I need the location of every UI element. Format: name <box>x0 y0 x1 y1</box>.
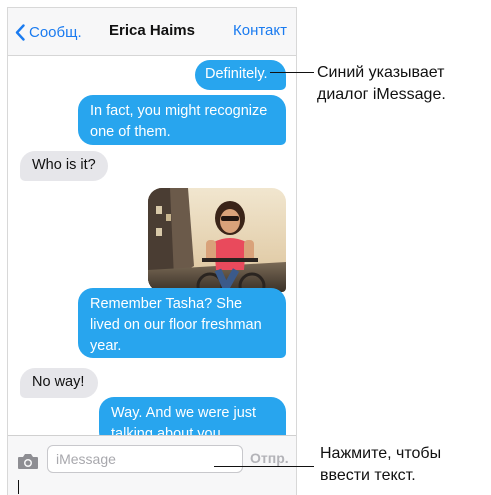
contact-button[interactable]: Контакт <box>233 22 287 39</box>
message-bubble-outgoing[interactable]: Definitely. <box>195 60 286 90</box>
messages-screen: Сообщ. Erica Haims Контакт Definitely. I… <box>7 7 297 495</box>
message-input-bar: Отпр. <box>8 435 296 495</box>
message-input[interactable] <box>47 445 243 473</box>
camera-icon[interactable] <box>17 453 39 470</box>
callout-leader-line <box>214 466 314 467</box>
message-bubble-outgoing[interactable]: In fact, you might recognize one of them… <box>78 95 286 145</box>
navigation-bar: Сообщ. Erica Haims Контакт <box>8 8 296 56</box>
callout-leader-line <box>270 72 314 73</box>
callout-blue-imessage: Синий указывает диалог iMessage. <box>317 64 446 103</box>
message-bubble-incoming[interactable]: Who is it? <box>20 151 108 181</box>
callout-tap-to-type: Нажмите, чтобы ввести текст. <box>320 445 442 484</box>
message-bubble-incoming[interactable]: No way! <box>20 368 98 398</box>
callout-leader-line <box>18 480 19 494</box>
message-bubble-outgoing[interactable]: Remember Tasha? She lived on our floor f… <box>78 288 286 358</box>
send-button[interactable]: Отпр. <box>250 450 289 466</box>
photo-image <box>148 188 286 292</box>
photo-message[interactable] <box>148 188 286 292</box>
